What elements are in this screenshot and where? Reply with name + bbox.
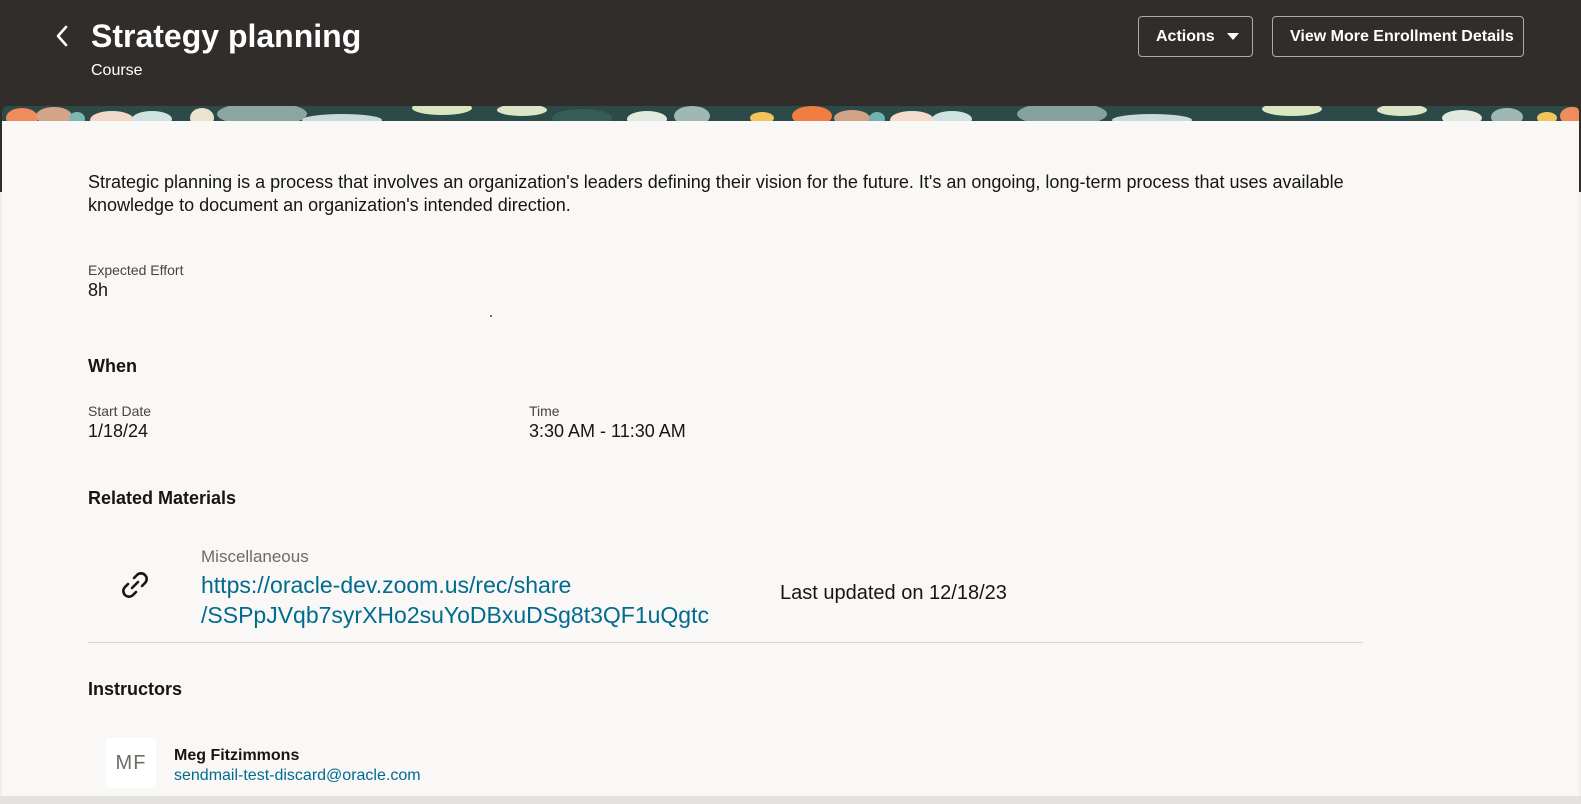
material-url-line-2: /SSPpJVqb7syrXHo2suYoDBxuDSg8t3QF1uQgtc <box>201 602 709 628</box>
course-details-card <box>2 121 1579 804</box>
related-material-item: Miscellaneous https://oracle-dev.zoom.us… <box>88 540 1363 643</box>
time-label: Time <box>529 403 560 419</box>
course-banner-image <box>2 106 1579 121</box>
course-description: Strategic planning is a process that inv… <box>88 172 1344 215</box>
back-button[interactable] <box>46 20 78 52</box>
instructor-avatar: MF <box>106 738 156 788</box>
link-icon <box>122 572 148 598</box>
view-enrollment-details-button[interactable]: View More Enrollment Details <box>1272 16 1524 57</box>
material-last-updated: Last updated on 12/18/23 <box>780 582 1007 604</box>
time-value: 3:30 AM - 11:30 AM <box>529 421 686 441</box>
expected-effort-label: Expected Effort <box>88 262 184 278</box>
page-bottom-edge <box>0 796 1581 804</box>
actions-menu-button[interactable]: Actions <box>1138 16 1253 57</box>
actions-button-label: Actions <box>1156 27 1215 45</box>
material-category: Miscellaneous <box>201 547 309 566</box>
instructor-name: Meg Fitzimmons <box>174 747 300 764</box>
material-url-line-1: https://oracle-dev.zoom.us/rec/share <box>201 572 572 598</box>
material-url-link[interactable]: https://oracle-dev.zoom.us/rec/share /SS… <box>201 570 731 630</box>
start-date-value: 1/18/24 <box>88 421 149 441</box>
related-materials-title: Related Materials <box>88 488 237 508</box>
separator-dot <box>490 315 492 317</box>
instructors-section-title: Instructors <box>88 679 183 699</box>
start-date-label: Start Date <box>88 403 152 419</box>
page-title: Strategy planning <box>91 18 362 54</box>
page-subtitle: Course <box>91 62 143 79</box>
expected-effort-value: 8h <box>88 280 109 300</box>
chevron-left-icon <box>56 25 68 47</box>
when-section-title: When <box>88 356 137 376</box>
instructor-email-link[interactable]: sendmail-test-discard@oracle.com <box>174 766 421 786</box>
caret-down-icon <box>1226 33 1239 40</box>
